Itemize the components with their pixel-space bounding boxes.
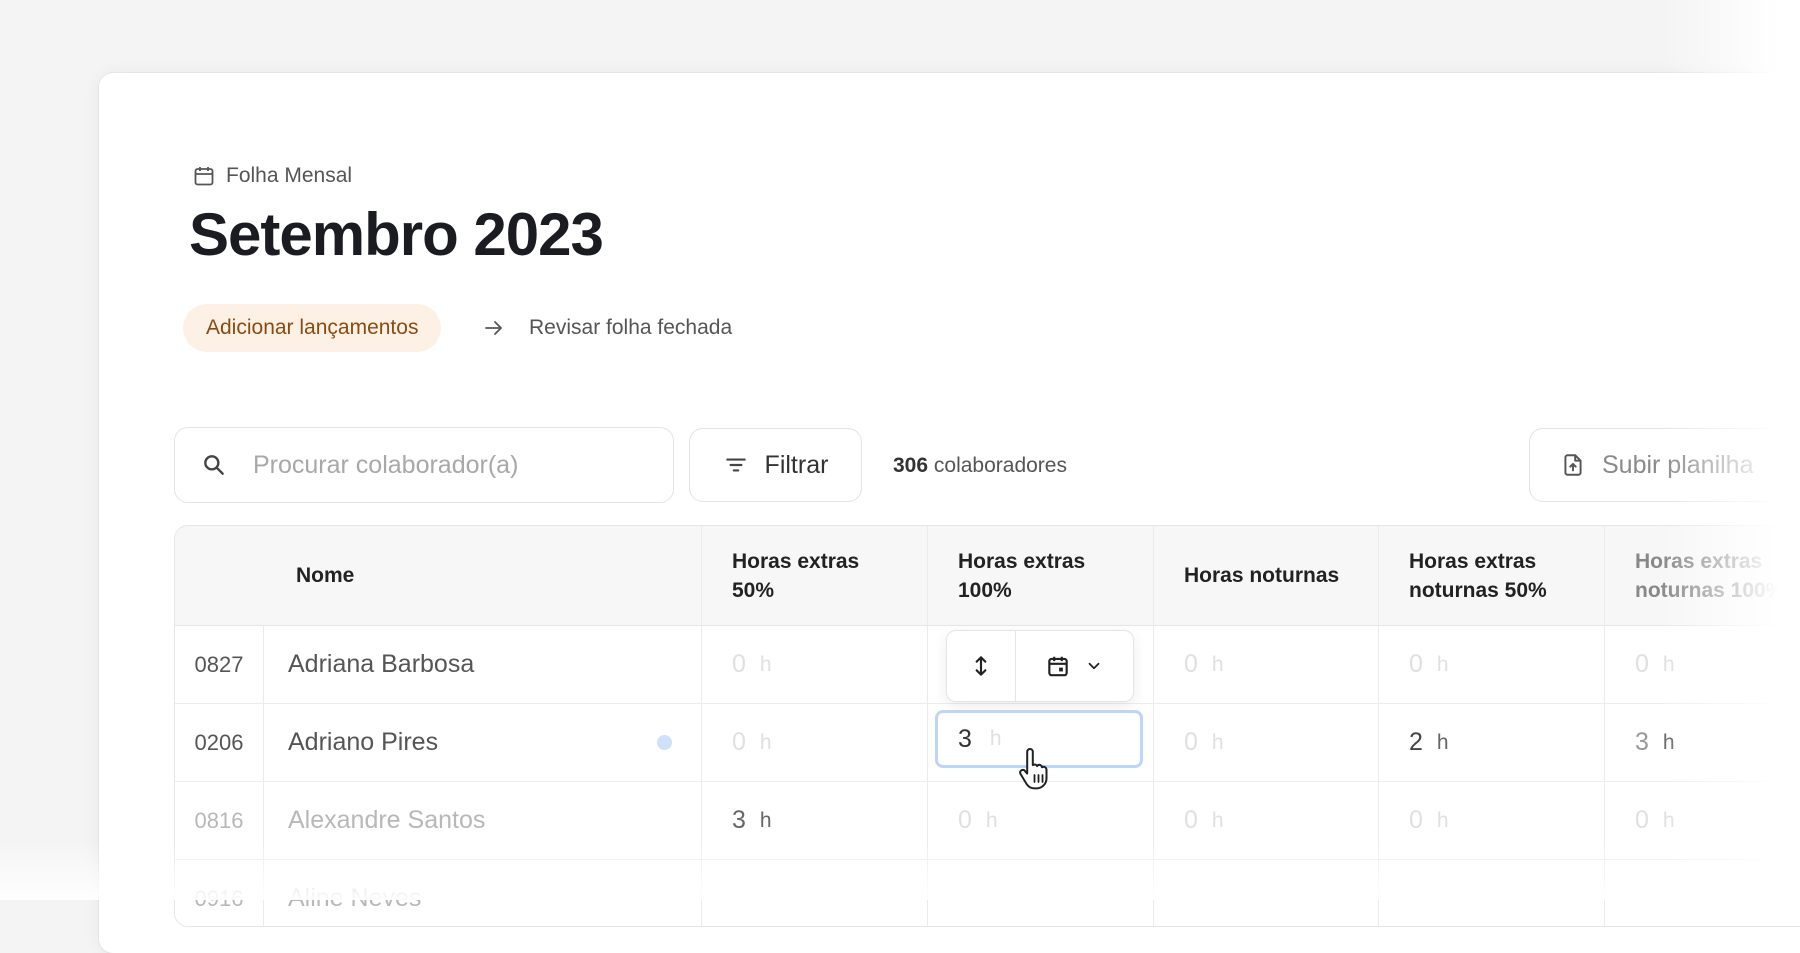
hours-cell[interactable]: 0h (1184, 626, 1224, 703)
breadcrumb-label: Folha Mensal (226, 164, 353, 187)
column-header-night-overtime-50[interactable]: Horas extras noturnas 50% (1409, 526, 1547, 625)
hours-value: 2 (1409, 728, 1423, 756)
employee-count-number: 306 (893, 454, 929, 477)
file-upload-icon (1564, 454, 1582, 476)
hours-value: 0 (1409, 806, 1423, 834)
edit-value: 3 (958, 724, 972, 753)
edit-unit: h (989, 727, 1002, 750)
date-select-button[interactable] (1016, 631, 1132, 701)
hours-value: 0 (1184, 806, 1198, 834)
arrow-right-icon (485, 321, 502, 335)
hours-value: 0 (1635, 650, 1649, 678)
header-line: Horas extras (1635, 549, 1763, 573)
hours-unit: h (1211, 652, 1224, 676)
hours-cell[interactable]: 0h (1635, 782, 1675, 859)
column-header-name-label: Nome (296, 564, 355, 587)
table-row[interactable]: 0816 Alexandre Santos 3h 0h 0h 0h 0h (175, 782, 1800, 860)
unsaved-indicator-dot (657, 735, 672, 750)
hours-value: 0 (1184, 728, 1198, 756)
employee-count: 306 colaboradores (893, 454, 1067, 478)
cell-actions-popover (946, 630, 1134, 702)
cell-divider (263, 704, 264, 781)
column-header-overtime-100[interactable]: Horas extras 100% (958, 526, 1085, 625)
hours-value: 0 (732, 728, 746, 756)
hours-cell[interactable]: 0h (1184, 782, 1224, 859)
employee-name: Aline Neves (288, 884, 422, 912)
header-line: Horas extras (732, 549, 860, 573)
hours-cell[interactable]: 0h (732, 626, 772, 703)
hours-value: 3 (732, 806, 746, 834)
hours-unit: h (759, 808, 772, 832)
calendar-event-icon (1048, 656, 1068, 677)
breadcrumb: Folha Mensal (192, 164, 352, 188)
header-line: 50% (732, 578, 775, 602)
hours-unit: h (1436, 652, 1449, 676)
column-header-night-overtime-100[interactable]: Horas extras noturnas 100% (1635, 526, 1784, 625)
search-box[interactable] (174, 427, 674, 503)
hours-unit: h (759, 730, 772, 754)
search-icon (204, 455, 224, 475)
hours-cell[interactable]: 0h (1635, 626, 1675, 703)
hours-cell[interactable]: 3h (1635, 704, 1675, 781)
header-line: Horas extras (1409, 549, 1537, 573)
header-line: 100% (958, 578, 1012, 602)
hours-cell[interactable]: 0h (1409, 782, 1449, 859)
header-line: Horas noturnas (1184, 564, 1340, 587)
hours-unit: h (1662, 808, 1675, 832)
table-row[interactable]: 0916 Aline Neves (175, 860, 1800, 926)
hours-cell[interactable]: 0h (958, 782, 998, 859)
hours-unit: h (985, 808, 998, 832)
employee-name: Adriano Pires (288, 728, 439, 756)
table-header: Nome Horas extras 50% Horas extras 100% Ho… (175, 526, 1800, 626)
employee-id: 0206 (194, 729, 244, 755)
column-header-night-hours[interactable]: Horas noturnas (1184, 526, 1339, 625)
hours-value: 3 (1635, 728, 1649, 756)
cell-divider (263, 626, 264, 703)
hours-value: 0 (1184, 650, 1198, 678)
employee-name: Alexandre Santos (288, 806, 486, 834)
search-input[interactable] (251, 449, 655, 481)
hours-value: 0 (732, 650, 746, 678)
page-title: Setembro 2023 (189, 201, 604, 268)
calendar-icon (194, 167, 214, 186)
upload-spreadsheet-button[interactable]: Subir planilha (1529, 428, 1789, 502)
hand-cursor-icon (1019, 748, 1048, 790)
hours-cell[interactable]: 0h (1184, 704, 1224, 781)
hours-unit: h (1662, 652, 1675, 676)
hours-value: 0 (958, 806, 972, 834)
filter-label: Filtrar (764, 450, 829, 479)
hours-unit: h (1662, 730, 1675, 754)
header-line: noturnas 100% (1635, 578, 1785, 602)
hours-cell[interactable]: 3h (732, 782, 772, 859)
vertical-arrows-icon (975, 656, 987, 676)
employee-name: Adriana Barbosa (288, 650, 475, 678)
cell-divider (263, 860, 264, 926)
hours-unit: h (1211, 808, 1224, 832)
filter-button[interactable]: Filtrar (689, 428, 862, 502)
step-review-closed-sheet[interactable]: Revisar folha fechada (529, 316, 732, 340)
hours-unit: h (1436, 730, 1449, 754)
hours-value: 0 (1635, 806, 1649, 834)
hours-cell[interactable]: 0h (732, 704, 772, 781)
hours-unit: h (759, 652, 772, 676)
chevron-down-icon (1088, 662, 1100, 670)
upload-label: Subir planilha (1602, 450, 1754, 479)
step-add-entries[interactable]: Adicionar lançamentos (183, 304, 442, 352)
hours-unit: h (1436, 808, 1449, 832)
header-line: noturnas 50% (1409, 578, 1547, 602)
filter-icon (725, 458, 746, 472)
employee-id: 0916 (194, 885, 244, 911)
employee-count-label: colaboradores (933, 454, 1067, 477)
cell-divider (263, 782, 264, 859)
hours-cell[interactable]: 2h (1409, 704, 1449, 781)
hours-unit: h (1211, 730, 1224, 754)
header-line: Horas extras (958, 549, 1086, 573)
fill-down-button[interactable] (947, 631, 1015, 701)
employee-id: 0827 (194, 651, 244, 677)
employee-id: 0816 (194, 807, 244, 833)
hours-value: 0 (1409, 650, 1423, 678)
hours-cell[interactable]: 0h (1409, 626, 1449, 703)
column-header-overtime-50[interactable]: Horas extras 50% (732, 526, 859, 625)
column-header-name[interactable]: Nome (296, 526, 354, 625)
